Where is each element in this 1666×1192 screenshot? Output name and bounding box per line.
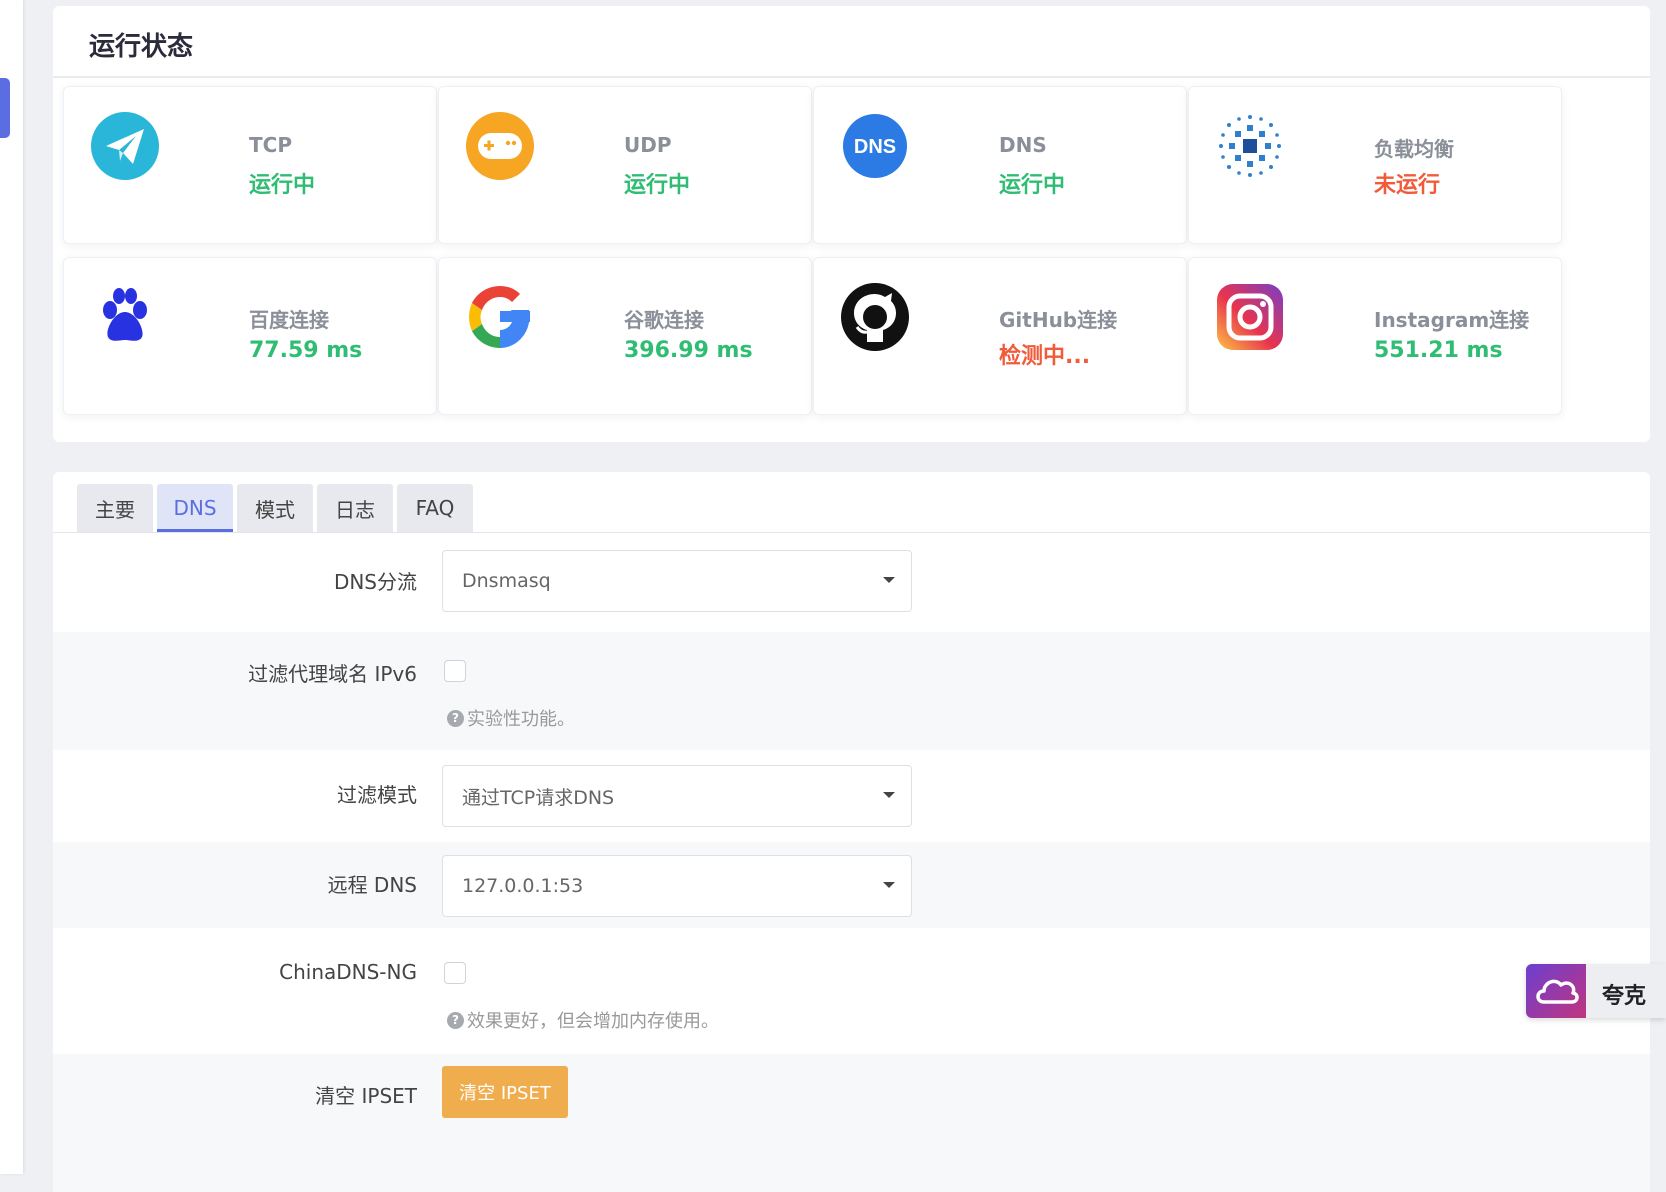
baidu-paw-icon — [88, 280, 162, 354]
status-card-github: GitHub连接 检测中... — [813, 257, 1187, 415]
chevron-down-icon — [883, 882, 895, 888]
help-icon: ? — [447, 1011, 464, 1029]
row-dns-shunt: DNS分流 Dnsmasq — [53, 533, 1650, 632]
chevron-down-icon — [883, 577, 895, 583]
help-icon: ? — [447, 709, 464, 727]
hint-text: 效果更好，但会增加内存使用。 — [467, 1011, 719, 1032]
card-status: 运行中 — [999, 173, 1066, 198]
select-value: 通过TCP请求DNS — [462, 786, 615, 809]
field-label: 远程 DNS — [327, 873, 417, 897]
select-value: Dnsmasq — [462, 570, 551, 592]
status-card-instagram: Instagram连接 551.21 ms — [1188, 257, 1562, 415]
status-panel: 运行状态 TCP 运行中 UDP 运行中 DNS DNS 运行中 负载均衡 未运… — [53, 6, 1650, 442]
filter-ipv6-checkbox[interactable] — [444, 660, 466, 682]
row-filter-mode: 过滤模式 通过TCP请求DNS — [53, 750, 1650, 842]
tab-log[interactable]: 日志 — [317, 484, 393, 532]
status-card-tcp: TCP 运行中 — [63, 86, 437, 244]
card-latency: 77.59 ms — [249, 338, 363, 363]
status-card-google: 谷歌连接 396.99 ms — [438, 257, 812, 415]
row-filter-ipv6: 过滤代理域名 IPv6 ? 实验性功能。 — [53, 632, 1650, 750]
card-name: GitHub连接 — [999, 308, 1118, 332]
card-status: 运行中 — [624, 173, 691, 198]
status-card-udp: UDP 运行中 — [438, 86, 812, 244]
widget-label: 夸克 — [1602, 984, 1647, 1009]
card-name: 负载均衡 — [1374, 137, 1454, 161]
tab-faq[interactable]: FAQ — [397, 484, 473, 532]
cloud-icon — [1526, 964, 1586, 1018]
settings-panel: 主要 DNS 模式 日志 FAQ DNS分流 Dnsmasq 过滤代理域名 IP… — [53, 472, 1650, 1192]
status-card-dns: DNS DNS 运行中 — [813, 86, 1187, 244]
row-chinadns-ng: ChinaDNS-NG ? 效果更好，但会增加内存使用。 — [53, 928, 1650, 1054]
dns-icon: DNS — [838, 109, 912, 183]
tab-dns[interactable]: DNS — [157, 484, 233, 532]
dns-shunt-select[interactable]: Dnsmasq — [442, 550, 912, 612]
panel-title: 运行状态 — [89, 32, 194, 62]
tab-mode[interactable]: 模式 — [237, 484, 313, 532]
filter-mode-select[interactable]: 通过TCP请求DNS — [442, 765, 912, 827]
status-card-baidu: 百度连接 77.59 ms — [63, 257, 437, 415]
row-remote-dns: 远程 DNS 127.0.0.1:53 — [53, 842, 1650, 928]
card-status: 运行中 — [249, 173, 316, 198]
field-label: 过滤代理域名 IPv6 — [248, 662, 417, 686]
card-name: Instagram连接 — [1374, 308, 1530, 332]
card-status: 未运行 — [1374, 173, 1441, 198]
select-value: 127.0.0.1:53 — [462, 875, 584, 897]
clear-ipset-button[interactable]: 清空 IPSET — [442, 1066, 568, 1118]
floating-widget[interactable]: 夸克 — [1526, 964, 1666, 1018]
left-rail — [0, 0, 23, 1174]
field-label: 清空 IPSET — [315, 1084, 417, 1108]
card-name: DNS — [999, 133, 1047, 157]
row-clear-ipset: 清空 IPSET 清空 IPSET — [53, 1054, 1650, 1192]
load-balance-icon — [1213, 109, 1287, 183]
github-icon — [838, 280, 912, 354]
tab-main[interactable]: 主要 — [77, 484, 153, 532]
card-name: UDP — [624, 133, 672, 157]
divider — [53, 76, 1650, 78]
instagram-icon — [1213, 280, 1287, 354]
card-latency: 396.99 ms — [624, 338, 753, 363]
card-name: 百度连接 — [249, 308, 329, 332]
gamepad-icon — [463, 109, 537, 183]
card-latency: 551.21 ms — [1374, 338, 1503, 363]
hint-text: 实验性功能。 — [467, 709, 575, 730]
field-label: ChinaDNS-NG — [279, 960, 417, 984]
card-name: 谷歌连接 — [624, 308, 704, 332]
field-label: DNS分流 — [333, 570, 417, 594]
svg-text:DNS: DNS — [854, 136, 896, 158]
telegram-plane-icon — [88, 109, 162, 183]
status-card-load-balance: 负载均衡 未运行 — [1188, 86, 1562, 244]
chevron-down-icon — [883, 792, 895, 798]
rail-active-marker[interactable] — [0, 78, 10, 138]
card-latency: 检测中... — [999, 344, 1091, 369]
google-icon — [463, 280, 537, 354]
chinadns-ng-checkbox[interactable] — [444, 962, 466, 984]
field-hint: ? 实验性功能。 — [447, 705, 575, 731]
field-label: 过滤模式 — [337, 783, 417, 807]
field-hint: ? 效果更好，但会增加内存使用。 — [447, 1007, 719, 1033]
card-name: TCP — [249, 133, 292, 157]
remote-dns-select[interactable]: 127.0.0.1:53 — [442, 855, 912, 917]
